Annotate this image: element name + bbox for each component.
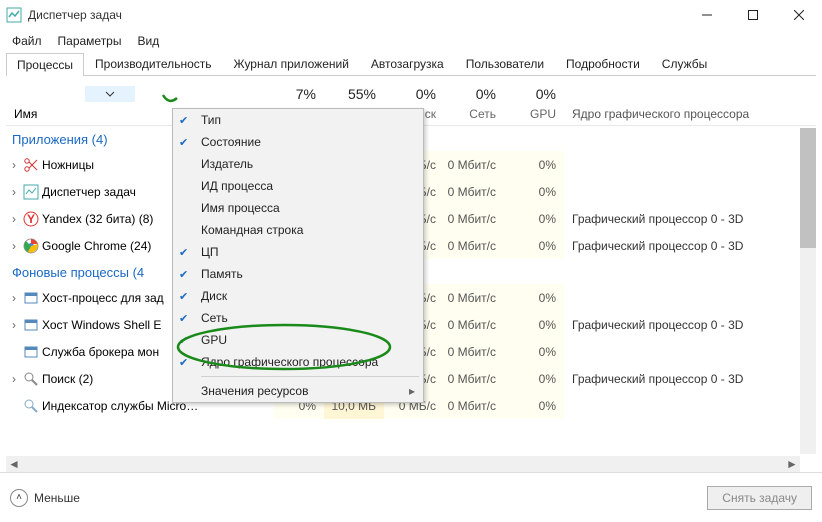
ctx-cpu[interactable]: ✔ЦП	[173, 241, 423, 263]
check-icon: ✔	[179, 290, 188, 303]
col-net[interactable]: 0%Сеть	[444, 82, 504, 125]
tab-applog[interactable]: Журнал приложений	[223, 52, 360, 75]
tab-users[interactable]: Пользователи	[455, 52, 555, 75]
check-icon: ✔	[179, 356, 188, 369]
tab-processes[interactable]: Процессы	[6, 53, 84, 76]
vertical-scrollbar[interactable]	[800, 128, 816, 454]
ctx-pid[interactable]: ИД процесса	[173, 175, 423, 197]
check-icon: ✔	[179, 136, 188, 149]
minimize-button[interactable]	[684, 0, 730, 30]
footer: ˄ Меньше Снять задачу	[0, 472, 822, 522]
chrome-icon	[22, 238, 40, 254]
expand-icon[interactable]: ›	[6, 318, 22, 332]
taskmgr-icon	[22, 184, 40, 200]
sort-indicator[interactable]	[85, 86, 135, 102]
yandex-icon: Y	[22, 211, 40, 227]
horizontal-scrollbar[interactable]: ◄ ►	[6, 456, 800, 472]
col-gpu-engine[interactable]: Ядро графического процессора	[564, 107, 756, 125]
ctx-memory[interactable]: ✔Память	[173, 263, 423, 285]
window-title: Диспетчер задач	[28, 8, 684, 22]
col-name-label: Имя	[14, 107, 37, 121]
ctx-gpu[interactable]: ✔GPU	[173, 329, 423, 351]
check-icon: ✔	[179, 268, 188, 281]
process-icon	[22, 344, 40, 360]
check-icon: ✔	[179, 246, 188, 259]
chevron-down-icon	[105, 91, 115, 97]
ctx-procname[interactable]: Имя процесса	[173, 197, 423, 219]
tab-services[interactable]: Службы	[651, 52, 718, 75]
check-icon: ✔	[179, 114, 188, 127]
expand-icon[interactable]: ›	[6, 291, 22, 305]
scroll-right-icon[interactable]: ►	[784, 456, 800, 472]
col-gpu[interactable]: 0%GPU	[504, 82, 564, 125]
tab-performance[interactable]: Производительность	[84, 52, 222, 75]
end-task-button[interactable]: Снять задачу	[707, 486, 812, 510]
scrollbar-thumb[interactable]	[800, 128, 816, 248]
scissors-icon	[22, 157, 40, 173]
check-icon: ✔	[179, 334, 188, 347]
menu-separator	[201, 376, 419, 377]
expand-icon[interactable]: ›	[6, 185, 22, 199]
expand-icon[interactable]: ›	[6, 158, 22, 172]
submenu-arrow-icon: ▸	[409, 384, 415, 398]
menubar: Файл Параметры Вид	[0, 30, 822, 52]
menu-params[interactable]: Параметры	[52, 32, 128, 50]
column-context-menu: ✔Тип ✔Состояние Издатель ИД процесса Имя…	[172, 108, 424, 403]
close-button[interactable]	[776, 0, 822, 30]
check-icon: ✔	[179, 312, 188, 325]
svg-text:Y: Y	[27, 212, 35, 226]
titlebar: Диспетчер задач	[0, 0, 822, 30]
tab-details[interactable]: Подробности	[555, 52, 651, 75]
ctx-resource-values[interactable]: Значения ресурсов▸	[173, 380, 423, 402]
process-icon	[22, 290, 40, 306]
ctx-cmdline[interactable]: Командная строка	[173, 219, 423, 241]
maximize-button[interactable]	[730, 0, 776, 30]
process-icon	[22, 317, 40, 333]
expand-icon[interactable]: ›	[6, 212, 22, 226]
ctx-gpu-engine[interactable]: ✔Ядро графического процессора	[173, 351, 423, 373]
menu-file[interactable]: Файл	[6, 32, 48, 50]
menu-view[interactable]: Вид	[131, 32, 165, 50]
search-icon	[22, 371, 40, 387]
ctx-net[interactable]: ✔Сеть	[173, 307, 423, 329]
ctx-disk[interactable]: ✔Диск	[173, 285, 423, 307]
tab-bar: Процессы Производительность Журнал прило…	[6, 52, 816, 76]
ctx-status[interactable]: ✔Состояние	[173, 131, 423, 153]
ctx-type[interactable]: ✔Тип	[173, 109, 423, 131]
app-icon	[6, 7, 22, 23]
expand-icon[interactable]: ›	[6, 239, 22, 253]
fewer-details-button[interactable]: ˄ Меньше	[10, 489, 80, 507]
scroll-left-icon[interactable]: ◄	[6, 456, 22, 472]
tab-startup[interactable]: Автозагрузка	[360, 52, 455, 75]
expand-icon[interactable]: ›	[6, 372, 22, 386]
indexer-icon	[22, 398, 40, 414]
chevron-up-icon: ˄	[10, 489, 28, 507]
ctx-publisher[interactable]: Издатель	[173, 153, 423, 175]
